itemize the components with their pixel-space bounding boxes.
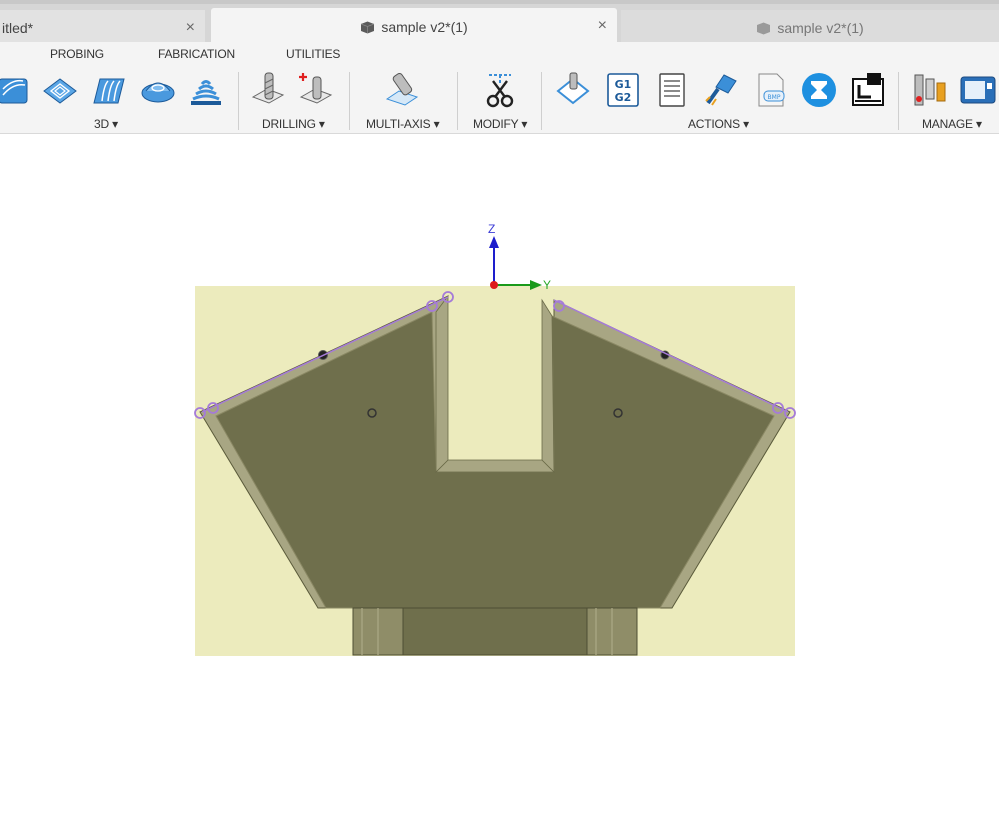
ribbon-toolbar: PROBING FABRICATION UTILITIES 3D ▾ DRILL… (0, 42, 999, 134)
machine-library-icon (960, 76, 996, 104)
tab-label: itled* (2, 20, 34, 36)
generate-toolpath-icon (705, 74, 737, 106)
axis-z-label: Z (488, 222, 496, 236)
tool-3d-parallel[interactable] (89, 70, 129, 110)
tool-3d-contour[interactable] (138, 70, 178, 110)
tab-untitled[interactable]: itled* × (0, 10, 205, 46)
task-manager-icon (802, 73, 836, 107)
toolbar-divider (898, 72, 899, 130)
3d-viewport[interactable]: Z Y (0, 134, 999, 833)
tool-drill[interactable] (248, 70, 288, 110)
tool-library-icon (914, 74, 946, 106)
tab-sample-active[interactable]: sample v2*(1) × (211, 8, 617, 46)
group-multi-axis-label[interactable]: MULTI-AXIS ▾ (366, 117, 440, 131)
document-icon (757, 22, 771, 34)
tool-3d-scallop[interactable] (186, 70, 226, 110)
multi-axis-icon (385, 72, 419, 106)
g1-text: G1 (615, 78, 632, 91)
axis-y-label: Y (543, 278, 552, 292)
part-model[interactable] (0, 134, 999, 833)
bmp-text: BMP (768, 94, 781, 101)
slot-right-wall (541, 298, 555, 473)
menu-fabrication[interactable]: FABRICATION (158, 47, 235, 61)
toolbar-divider (349, 72, 350, 130)
post-process-icon: G1 G2 (607, 73, 639, 107)
toolbar-divider (457, 72, 458, 130)
menu-utilities[interactable]: UTILITIES (286, 47, 340, 61)
adaptive-clearing-icon (0, 78, 28, 104)
tool-library[interactable] (910, 70, 950, 110)
bmp-document-icon: BMP (758, 73, 785, 107)
close-icon[interactable]: × (598, 17, 607, 35)
close-icon[interactable]: × (186, 19, 195, 37)
menu-probing[interactable]: PROBING (50, 47, 104, 61)
scissors-icon (486, 74, 514, 108)
tool-export-bmp[interactable]: BMP (750, 70, 790, 110)
tab-label: sample v2*(1) (777, 20, 864, 36)
tool-hole-recognition[interactable] (296, 70, 336, 110)
simulate-icon (556, 72, 590, 105)
pocket-icon (43, 78, 77, 104)
tab-sample-2[interactable]: sample v2*(1) (621, 10, 999, 46)
tool-machine-simulation[interactable] (848, 70, 888, 110)
slot-left-wall (435, 294, 449, 473)
contour-icon (141, 82, 175, 103)
tool-3d-adaptive[interactable] (0, 70, 34, 110)
chevron-down-icon: ▾ (743, 117, 749, 131)
chevron-down-icon: ▾ (318, 117, 325, 131)
chevron-down-icon: ▾ (112, 117, 118, 131)
slot-bottom-bevel (435, 459, 555, 473)
hole-recognition-icon (299, 73, 333, 104)
tool-task-manager[interactable] (799, 70, 839, 110)
group-actions-label[interactable]: ACTIONS ▾ (688, 117, 749, 131)
tool-modify[interactable] (480, 70, 520, 110)
g2-text: G2 (615, 91, 632, 104)
parallel-icon (93, 78, 125, 104)
tool-simulate[interactable] (553, 70, 593, 110)
group-drilling-label[interactable]: DRILLING ▾ (262, 117, 325, 131)
tool-3d-pocket[interactable] (40, 70, 80, 110)
tool-generate[interactable] (701, 70, 741, 110)
setup-sheet-icon (659, 73, 685, 107)
document-tab-bar: itled* × sample v2*(1) × sample v2*(1) (0, 0, 999, 46)
slot-void (448, 296, 542, 460)
axis-triad (489, 236, 542, 290)
tab-label: sample v2*(1) (381, 19, 468, 35)
machine-icon (852, 73, 884, 106)
tool-setup-sheet[interactable] (652, 70, 692, 110)
group-modify-label[interactable]: MODIFY ▾ (473, 117, 527, 131)
chevron-down-icon: ▾ (521, 117, 528, 131)
chevron-down-icon: ▾ (975, 117, 982, 131)
tool-machine-library[interactable] (958, 70, 998, 110)
toolbar-divider (541, 72, 542, 130)
tool-post-process[interactable]: G1 G2 (603, 70, 643, 110)
toolbar-divider (238, 72, 239, 130)
scallop-icon (191, 80, 221, 105)
drill-icon (251, 72, 285, 104)
chevron-down-icon: ▾ (433, 117, 440, 131)
document-icon (361, 21, 375, 33)
tool-multi-axis[interactable] (382, 70, 422, 110)
group-manage-label[interactable]: MANAGE ▾ (922, 117, 982, 131)
group-3d-label[interactable]: 3D ▾ (94, 117, 118, 131)
